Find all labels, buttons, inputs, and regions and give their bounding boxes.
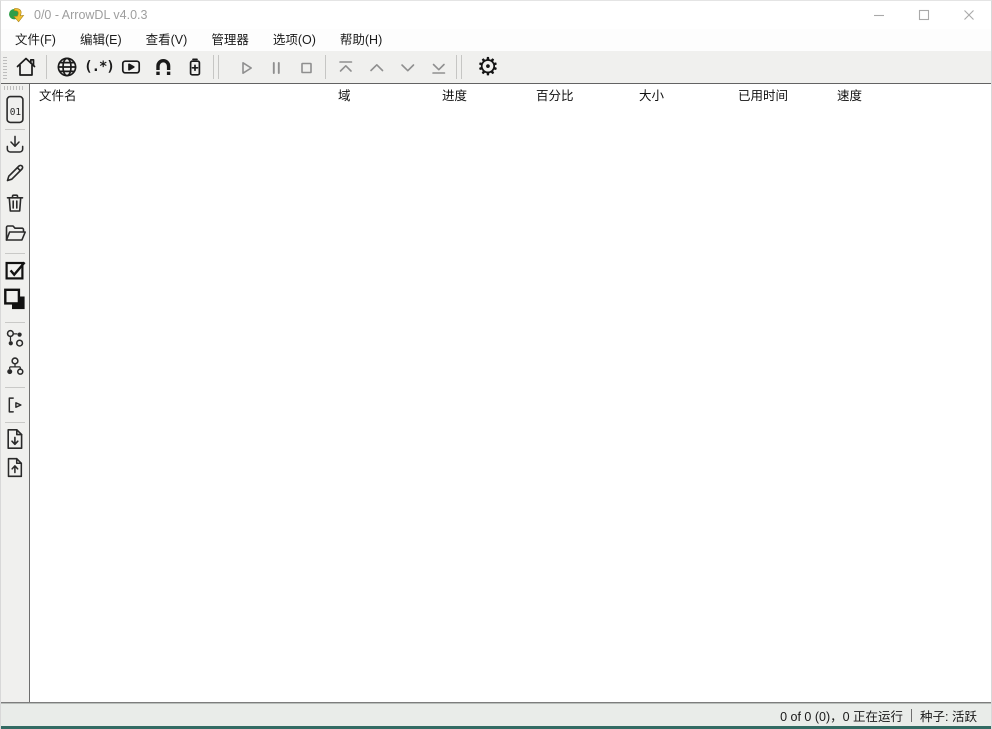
sidebar-separator: [5, 253, 25, 254]
close-icon: [963, 9, 975, 21]
node-cluster-icon: [4, 327, 27, 350]
magnet-icon: [150, 55, 176, 79]
toolbar-separator: [456, 55, 457, 79]
statusbar: 0 of 0 (0)，0 正在运行 种子: 活跃: [1, 703, 991, 726]
file-down-arrow-icon: [3, 427, 27, 451]
select-completed-button[interactable]: [3, 287, 28, 312]
toolbar-grip[interactable]: [3, 55, 7, 79]
resume-button[interactable]: [231, 53, 261, 81]
move-bottom-button[interactable]: [423, 53, 454, 81]
select-all-button[interactable]: [3, 258, 27, 282]
column-header-size[interactable]: 大小: [639, 84, 664, 106]
move-top-icon: [333, 55, 358, 79]
toolbar-separator: [325, 55, 326, 79]
move-down-icon: [395, 55, 420, 79]
menu-options[interactable]: 选项(O): [264, 29, 325, 51]
pencil-icon: [3, 161, 27, 185]
menu-edit[interactable]: 编辑(E): [71, 29, 131, 51]
play-icon: [234, 55, 258, 79]
export-file-button[interactable]: [4, 456, 27, 479]
add-stream-button[interactable]: [115, 53, 147, 81]
download-button[interactable]: [4, 133, 27, 156]
move-up-icon: [364, 55, 389, 79]
sidebar-separator: [5, 422, 25, 423]
trash-icon: [3, 191, 27, 215]
move-bottom-icon: [426, 55, 451, 79]
binary-file-icon: 01: [6, 95, 25, 124]
binary-file-button[interactable]: 01: [6, 95, 25, 124]
file-up-arrow-icon: [4, 456, 27, 479]
main-toolbar: (.*): [1, 51, 991, 84]
status-torrent: 种子: 活跃: [920, 706, 977, 725]
menu-file[interactable]: 文件(F): [6, 29, 65, 51]
toolbar-separator: [46, 55, 47, 79]
sidebar-separator: [5, 129, 25, 130]
add-batch-button[interactable]: [179, 53, 211, 81]
titlebar: 0/0 - ArrowDL v4.0.3: [1, 1, 991, 29]
sidebar-toolbar: 01: [1, 84, 30, 702]
maximize-icon: [918, 9, 930, 21]
video-play-icon: [119, 55, 143, 79]
svg-text:01: 01: [10, 107, 22, 118]
globe-icon: [55, 55, 79, 79]
arrowdl-window: { "titlebar": { "title": "0/0 - ArrowDL …: [0, 0, 992, 729]
add-content-button[interactable]: (.*): [83, 53, 115, 81]
status-summary: 0 of 0 (0)，0 正在运行: [780, 706, 903, 725]
regex-icon: (.*): [84, 59, 114, 75]
gear-icon: ⚙: [477, 55, 499, 80]
column-header-progress[interactable]: 进度: [442, 84, 467, 106]
sidebar-separator: [5, 387, 25, 388]
node-group-a-button[interactable]: [4, 327, 27, 350]
menubar: 文件(F) 编辑(E) 查看(V) 管理器 选项(O) 帮助(H): [1, 29, 991, 51]
open-folder-icon: [3, 221, 27, 245]
minimize-icon: [873, 9, 885, 21]
close-button[interactable]: [946, 1, 991, 29]
column-header-domain[interactable]: 域: [338, 84, 351, 106]
add-url-button[interactable]: [51, 53, 83, 81]
column-header-filename[interactable]: 文件名: [39, 84, 77, 106]
maximize-button[interactable]: [901, 1, 946, 29]
toolbar-separator: [218, 55, 219, 79]
pause-button[interactable]: [261, 53, 291, 81]
menu-view[interactable]: 查看(V): [137, 29, 197, 51]
download-list: 文件名 域 进度 百分比 大小 已用时间 速度: [30, 84, 991, 702]
minimize-button[interactable]: [856, 1, 901, 29]
overlap-squares-icon: [3, 287, 28, 312]
download-icon: [4, 133, 27, 156]
toolbar-separator: [213, 55, 214, 79]
bracket-play-icon: [4, 394, 26, 416]
checkbox-check-icon: [3, 258, 27, 282]
toolbar-separator: [461, 55, 462, 79]
move-top-button[interactable]: [330, 53, 361, 81]
home-button[interactable]: [10, 53, 42, 81]
home-icon: [14, 55, 38, 79]
import-file-button[interactable]: [3, 427, 27, 451]
settings-button[interactable]: ⚙: [472, 53, 504, 81]
move-down-button[interactable]: [392, 53, 423, 81]
move-up-button[interactable]: [361, 53, 392, 81]
app-logo-icon: [8, 6, 26, 24]
run-batch-button[interactable]: [4, 394, 26, 416]
menu-help[interactable]: 帮助(H): [331, 29, 391, 51]
rename-button[interactable]: [3, 161, 27, 185]
column-header-speed[interactable]: 速度: [837, 84, 862, 106]
stop-button[interactable]: [291, 53, 321, 81]
sidebar-grip[interactable]: [4, 86, 24, 90]
menu-manager[interactable]: 管理器: [202, 29, 258, 51]
node-group-b-button[interactable]: [4, 355, 27, 378]
sidebar-separator: [5, 322, 25, 323]
add-torrent-button[interactable]: [147, 53, 179, 81]
window-title: 0/0 - ArrowDL v4.0.3: [34, 8, 147, 22]
column-header-percent[interactable]: 百分比: [536, 84, 574, 106]
node-hierarchy-icon: [4, 355, 27, 378]
open-folder-button[interactable]: [3, 221, 27, 245]
battery-plus-icon: [183, 55, 207, 79]
column-header-elapsed[interactable]: 已用时间: [738, 84, 788, 106]
pause-icon: [264, 55, 288, 79]
statusbar-separator: [911, 709, 912, 722]
delete-button[interactable]: [3, 191, 27, 215]
stop-icon: [294, 55, 318, 79]
content-area: 01: [1, 84, 991, 703]
